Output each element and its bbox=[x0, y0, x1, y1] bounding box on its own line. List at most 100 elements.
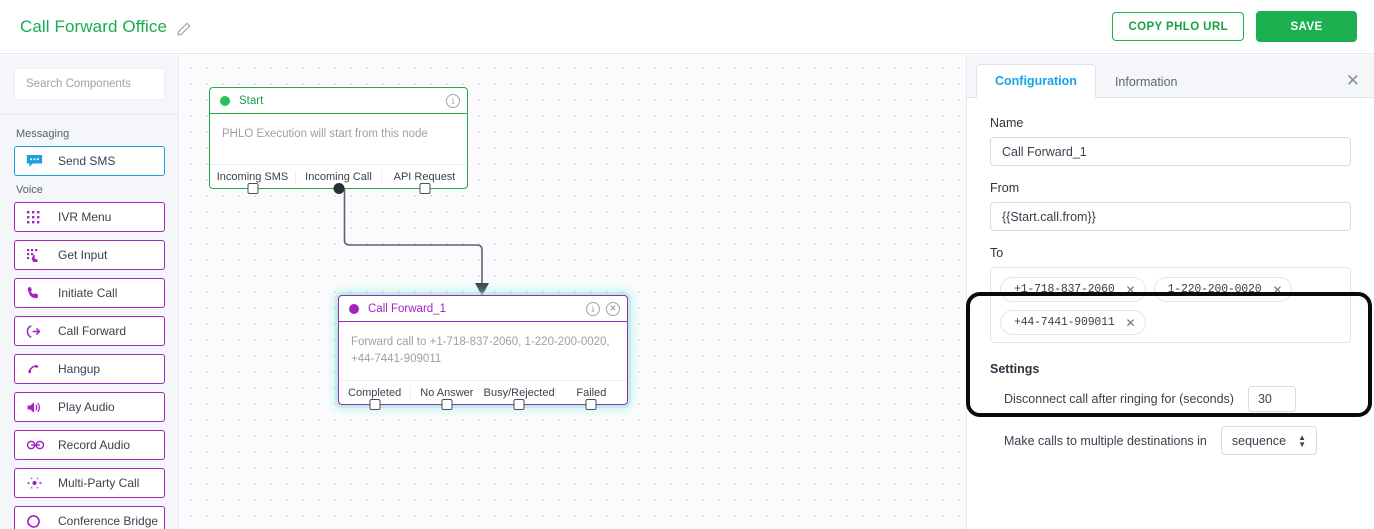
component-label: Play Audio bbox=[58, 400, 115, 414]
node-title: Start bbox=[239, 95, 263, 107]
section-label-messaging: Messaging bbox=[16, 128, 165, 140]
close-icon[interactable]: ✕ bbox=[1272, 284, 1282, 296]
component-initiate-call[interactable]: Initiate Call bbox=[14, 278, 165, 308]
phlo-builder-app: Call Forward Office COPY PHLO URL SAVE M… bbox=[0, 0, 1374, 529]
component-record-audio[interactable]: Record Audio bbox=[14, 430, 165, 460]
component-conference-bridge[interactable]: Conference Bridge bbox=[14, 506, 165, 529]
ring-timeout-input[interactable] bbox=[1248, 386, 1296, 412]
port-handle[interactable] bbox=[247, 183, 258, 194]
dial-mode-value: sequence bbox=[1232, 434, 1286, 448]
save-button[interactable]: SAVE bbox=[1256, 11, 1357, 42]
port-label: No Answer bbox=[420, 387, 473, 399]
keypad-touch-icon bbox=[26, 246, 47, 264]
to-chips-input[interactable]: +1-718-837-2060 ✕ 1-220-200-0020 ✕ +44-7… bbox=[990, 267, 1351, 343]
node-description: PHLO Execution will start from this node bbox=[210, 114, 467, 164]
port-completed[interactable]: Completed bbox=[339, 387, 410, 399]
port-incoming-call[interactable]: Incoming Call bbox=[295, 171, 381, 183]
name-field-group: Name bbox=[990, 116, 1351, 166]
speaker-icon bbox=[26, 398, 47, 416]
phone-forward-icon bbox=[26, 322, 47, 340]
tab-information[interactable]: Information bbox=[1096, 64, 1197, 98]
port-label: Completed bbox=[348, 387, 401, 399]
info-icon[interactable]: i bbox=[446, 94, 460, 108]
setting-label: Disconnect call after ringing for (secon… bbox=[1004, 392, 1234, 406]
dial-mode-select[interactable]: sequence ▲▼ bbox=[1221, 426, 1317, 455]
phone-chip-value: +1-718-837-2060 bbox=[1014, 283, 1115, 296]
component-send-sms[interactable]: Send SMS bbox=[14, 146, 165, 176]
phone-chip-value: +44-7441-909011 bbox=[1014, 316, 1115, 329]
node-start[interactable]: Start i PHLO Execution will start from t… bbox=[209, 87, 468, 189]
component-label: IVR Menu bbox=[58, 210, 111, 224]
component-play-audio[interactable]: Play Audio bbox=[14, 392, 165, 422]
name-label: Name bbox=[990, 116, 1351, 130]
port-handle[interactable] bbox=[441, 399, 452, 410]
component-call-forward[interactable]: Call Forward bbox=[14, 316, 165, 346]
port-handle[interactable] bbox=[369, 399, 380, 410]
port-busy-rejected[interactable]: Busy/Rejected bbox=[483, 387, 555, 399]
status-dot bbox=[220, 96, 230, 106]
component-label: Call Forward bbox=[58, 324, 126, 338]
record-reels-icon bbox=[26, 436, 47, 454]
node-header: Call Forward_1 i ✕ bbox=[339, 296, 627, 322]
to-label: To bbox=[990, 246, 1351, 260]
close-icon[interactable]: ✕ bbox=[1346, 72, 1360, 89]
keypad-icon bbox=[26, 208, 47, 226]
phone-chip[interactable]: 1-220-200-0020 ✕ bbox=[1154, 277, 1293, 302]
flow-canvas[interactable]: Start i PHLO Execution will start from t… bbox=[180, 55, 966, 529]
close-icon[interactable]: ✕ bbox=[1126, 284, 1136, 296]
component-ivr-menu[interactable]: IVR Menu bbox=[14, 202, 165, 232]
port-label: Incoming SMS bbox=[217, 171, 289, 183]
port-incoming-sms[interactable]: Incoming SMS bbox=[210, 171, 295, 183]
top-bar-actions: COPY PHLO URL SAVE bbox=[1112, 11, 1357, 42]
info-icon[interactable]: i bbox=[586, 302, 600, 316]
port-handle[interactable] bbox=[586, 399, 597, 410]
port-label: Busy/Rejected bbox=[484, 387, 555, 399]
component-label: Record Audio bbox=[58, 438, 130, 452]
search-wrapper bbox=[0, 55, 178, 115]
component-label: Send SMS bbox=[58, 154, 115, 168]
page-title: Call Forward Office bbox=[20, 17, 167, 37]
pencil-icon[interactable] bbox=[176, 21, 192, 37]
component-multi-party-call[interactable]: Multi-Party Call bbox=[14, 468, 165, 498]
phone-chip-value: 1-220-200-0020 bbox=[1168, 283, 1262, 296]
chevron-updown-icon: ▲▼ bbox=[1298, 434, 1306, 448]
tab-configuration[interactable]: Configuration bbox=[976, 64, 1096, 98]
port-no-answer[interactable]: No Answer bbox=[410, 387, 482, 399]
setting-ring-timeout: Disconnect call after ringing for (secon… bbox=[990, 386, 1351, 412]
port-label: Incoming Call bbox=[305, 171, 372, 183]
phone-chip[interactable]: +1-718-837-2060 ✕ bbox=[1000, 277, 1146, 302]
phone-chip[interactable]: +44-7441-909011 ✕ bbox=[1000, 310, 1146, 335]
port-handle[interactable] bbox=[419, 183, 430, 194]
from-label: From bbox=[990, 181, 1351, 195]
from-field-group: From bbox=[990, 181, 1351, 231]
node-call-forward-1[interactable]: Call Forward_1 i ✕ Forward call to +1-71… bbox=[338, 295, 628, 405]
port-handle[interactable] bbox=[333, 183, 344, 194]
to-field-group: To +1-718-837-2060 ✕ 1-220-200-0020 ✕ +4… bbox=[990, 246, 1351, 343]
panel-tabs: Configuration Information ✕ bbox=[967, 55, 1374, 98]
node-description: Forward call to +1-718-837-2060, 1-220-2… bbox=[339, 322, 627, 380]
copy-phlo-url-button[interactable]: COPY PHLO URL bbox=[1112, 12, 1244, 41]
from-input[interactable] bbox=[990, 202, 1351, 231]
name-input[interactable] bbox=[990, 137, 1351, 166]
port-failed[interactable]: Failed bbox=[555, 387, 627, 399]
component-label: Multi-Party Call bbox=[58, 476, 139, 490]
setting-dial-mode: Make calls to multiple destinations in s… bbox=[990, 426, 1351, 455]
configuration-panel: Configuration Information ✕ Name From To… bbox=[966, 55, 1374, 529]
component-label: Get Input bbox=[58, 248, 107, 262]
component-get-input[interactable]: Get Input bbox=[14, 240, 165, 270]
components-sidebar: Messaging Send SMS Voice bbox=[0, 55, 179, 529]
close-circle-icon[interactable]: ✕ bbox=[606, 302, 620, 316]
close-icon[interactable]: ✕ bbox=[1126, 317, 1136, 329]
setting-label: Make calls to multiple destinations in bbox=[1004, 434, 1207, 448]
conference-icon bbox=[26, 512, 47, 529]
port-api-request[interactable]: API Request bbox=[381, 171, 467, 183]
phone-hangup-icon bbox=[26, 360, 47, 378]
component-list: Messaging Send SMS Voice bbox=[0, 115, 178, 529]
port-handle[interactable] bbox=[514, 399, 525, 410]
node-header-icons: i ✕ bbox=[586, 302, 620, 316]
component-hangup[interactable]: Hangup bbox=[14, 354, 165, 384]
panel-body: Name From To +1-718-837-2060 ✕ 1-220-200… bbox=[967, 98, 1374, 455]
search-input[interactable] bbox=[14, 68, 165, 100]
node-header: Start i bbox=[210, 88, 467, 114]
message-bubble-icon bbox=[26, 152, 47, 170]
